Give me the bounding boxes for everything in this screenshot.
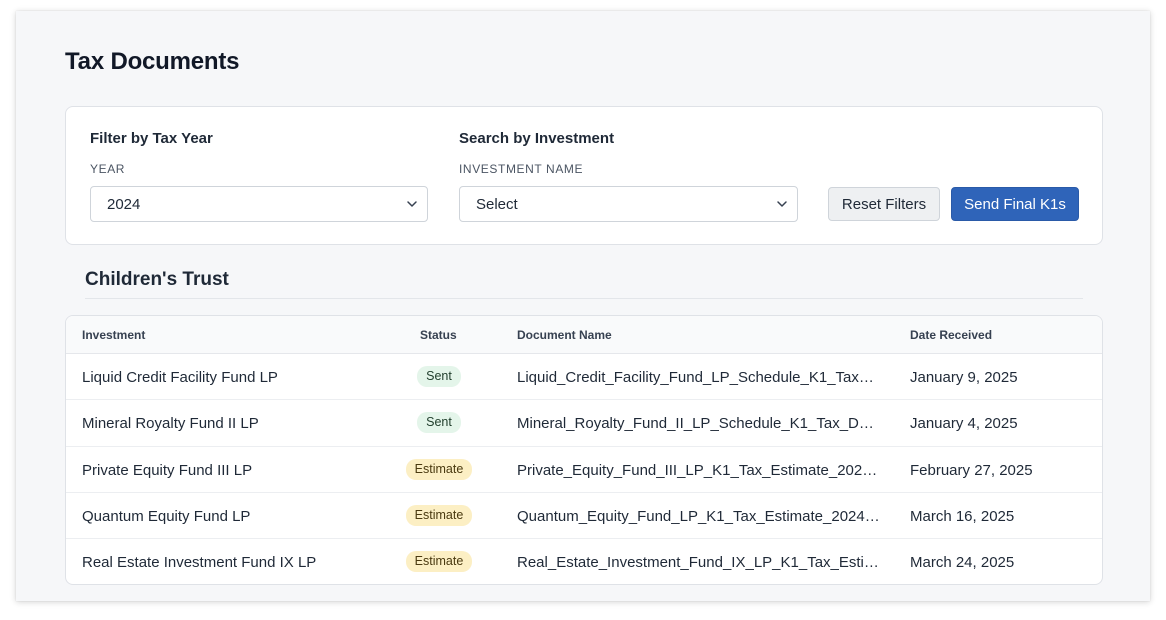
investment-cell: Mineral Royalty Fund II LP (82, 415, 259, 433)
date-cell: March 24, 2025 (910, 554, 1015, 572)
status-badge: Estimate (405, 551, 473, 573)
document-link[interactable]: Mineral_Royalty_Fund_II_LP_Schedule_K1_T… (517, 415, 881, 432)
status-cell: Estimate (402, 551, 476, 573)
status-badge: Sent (417, 366, 461, 387)
section-divider (85, 298, 1083, 299)
documents-table: Investment Status Document Name Date Rec… (65, 315, 1103, 585)
year-select-value: 2024 (107, 195, 141, 213)
investment-cell: Private Equity Fund III LP (82, 461, 253, 479)
table-header: Investment Status Document Name Date Rec… (66, 316, 1102, 354)
status-badge: Estimate (405, 504, 473, 526)
header-investment[interactable]: Investment (82, 328, 145, 342)
investment-filter-group: Search by Investment INVESTMENT NAME Sel… (459, 130, 798, 222)
status-cell: Estimate (402, 504, 476, 526)
chevron-down-icon (777, 201, 787, 207)
header-date-received[interactable]: Date Received (910, 328, 992, 342)
status-cell: Sent (402, 412, 476, 434)
status-badge: Sent (417, 412, 461, 434)
header-status[interactable]: Status (420, 328, 457, 342)
investment-select[interactable]: Select (459, 186, 798, 222)
status-cell: Estimate (402, 458, 476, 480)
investment-cell: Quantum Equity Fund LP (82, 507, 251, 525)
date-cell: January 4, 2025 (910, 415, 1018, 433)
reset-filters-button[interactable]: Reset Filters (828, 187, 940, 221)
table-row[interactable]: Mineral Royalty Fund II LP Sent Mineral_… (66, 400, 1102, 447)
year-filter-title: Filter by Tax Year (90, 130, 213, 147)
investment-select-value: Select (476, 195, 518, 213)
date-cell: March 16, 2025 (910, 507, 1015, 525)
chevron-down-icon (407, 201, 417, 207)
tax-documents-window: Tax Documents Filter by Tax Year YEAR 20… (16, 11, 1150, 601)
section-title: Children's Trust (85, 269, 229, 290)
year-filter-group: Filter by Tax Year YEAR 2024 (90, 130, 428, 222)
document-link[interactable]: Quantum_Equity_Fund_LP_K1_Tax_Estimate_2… (517, 508, 881, 525)
status-badge: Estimate (405, 458, 473, 480)
table-row[interactable]: Liquid Credit Facility Fund LP Sent Liqu… (66, 354, 1102, 401)
table-row[interactable]: Real Estate Investment Fund IX LP Estima… (66, 539, 1102, 584)
investment-field-label: INVESTMENT NAME (459, 162, 584, 176)
table-row[interactable]: Private Equity Fund III LP Estimate Priv… (66, 447, 1102, 493)
status-cell: Sent (402, 366, 476, 387)
document-link[interactable]: Real_Estate_Investment_Fund_IX_LP_K1_Tax… (517, 554, 881, 571)
document-link[interactable]: Liquid_Credit_Facility_Fund_LP_Schedule_… (517, 369, 881, 386)
investment-cell: Liquid Credit Facility Fund LP (82, 369, 278, 386)
document-link[interactable]: Private_Equity_Fund_III_LP_K1_Tax_Estima… (517, 462, 881, 479)
investment-filter-title: Search by Investment (459, 130, 615, 147)
filter-panel: Filter by Tax Year YEAR 2024 Search by I… (65, 106, 1103, 245)
date-cell: January 9, 2025 (910, 369, 1018, 386)
page-title: Tax Documents (65, 48, 240, 75)
date-cell: February 27, 2025 (910, 461, 1033, 479)
year-select[interactable]: 2024 (90, 186, 428, 222)
year-field-label: YEAR (90, 162, 126, 176)
table-row[interactable]: Quantum Equity Fund LP Estimate Quantum_… (66, 493, 1102, 540)
header-document-name[interactable]: Document Name (517, 328, 612, 342)
send-final-k1s-button[interactable]: Send Final K1s (951, 187, 1079, 221)
investment-cell: Real Estate Investment Fund IX LP (82, 554, 317, 572)
